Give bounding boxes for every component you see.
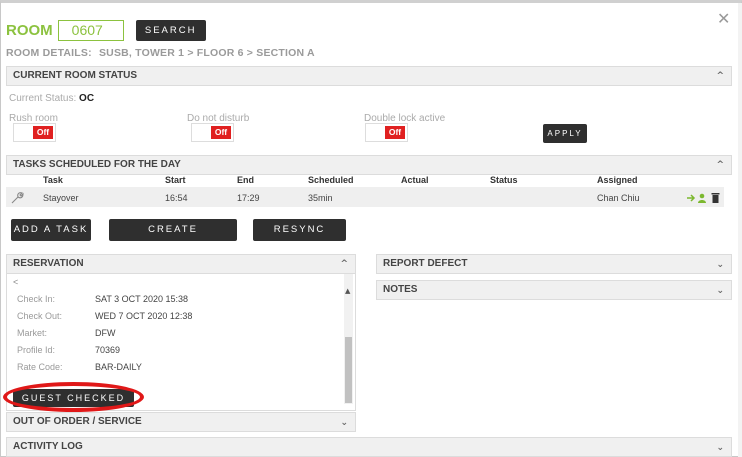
trash-icon[interactable] (711, 192, 720, 203)
column-header-assigned: Assigned (597, 175, 638, 185)
notes-header[interactable]: NOTES ⌄ (376, 280, 732, 300)
end-cell: 17:29 (237, 193, 260, 203)
apply-button[interactable]: APPLY (543, 124, 587, 143)
do-not-disturb-toggle[interactable]: Off (191, 123, 234, 142)
do-not-disturb-toggle-state: Off (211, 126, 231, 139)
room-number-input[interactable]: 0607 (57, 19, 124, 41)
wrench-icon (11, 192, 24, 204)
column-header-end: End (237, 175, 254, 185)
resync-room-button[interactable]: RESYNC ROOM (253, 219, 346, 257)
tasks-title: TASKS SCHEDULED FOR THE DAY (13, 159, 181, 170)
room-label: ROOM (6, 21, 53, 39)
rate-code-label: Rate Code: (17, 362, 63, 372)
scroll-up-icon[interactable]: ▲ (345, 287, 350, 295)
current-status: Current Status: OC (9, 93, 94, 104)
start-cell: 16:54 (165, 193, 188, 203)
room-details-label: ROOM DETAILS: (6, 47, 92, 59)
chevron-up-icon[interactable]: ^ (716, 156, 724, 174)
add-task-button[interactable]: ADD A TASK (11, 219, 91, 241)
check-out-value: WED 7 OCT 2020 12:38 (95, 311, 193, 321)
rush-room-toggle[interactable]: Off (13, 123, 56, 142)
room-details: ROOM DETAILS: SUSB, TOWER 1 > FLOOR 6 > … (6, 47, 315, 59)
chevron-down-icon[interactable]: ⌄ (716, 256, 724, 274)
chevron-up-icon[interactable]: ^ (340, 255, 348, 273)
column-header-actual: Actual (401, 175, 429, 185)
market-label: Market: (17, 328, 48, 338)
chevron-up-icon[interactable]: ^ (716, 67, 724, 85)
activity-log-header[interactable]: ACTIVITY LOG ⌄ (6, 437, 732, 457)
reservation-header[interactable]: RESERVATION ^ (6, 254, 356, 274)
chevron-down-icon[interactable]: ⌄ (716, 282, 724, 300)
double-lock-toggle[interactable]: Off (365, 123, 408, 142)
reservation-title: RESERVATION (13, 258, 84, 269)
rate-code-value: BAR-DAILY (95, 362, 142, 372)
chevron-down-icon[interactable]: ⌄ (340, 414, 348, 432)
profile-id-value: 70369 (95, 345, 121, 355)
room-detail-modal: ✕ ROOM 0607 SEARCH ROOM DETAILS: SUSB, T… (0, 0, 742, 457)
back-icon[interactable]: < (13, 277, 18, 287)
check-in-label: Check In: (17, 294, 56, 304)
chevron-down-icon[interactable]: ⌄ (716, 439, 724, 457)
report-defect-header[interactable]: REPORT DEFECT ⌄ (376, 254, 732, 274)
notes-title: NOTES (383, 284, 418, 295)
profile-id-label: Profile Id: (17, 345, 56, 355)
close-icon[interactable]: ✕ (717, 9, 730, 28)
user-icon[interactable] (697, 193, 707, 203)
room-search-row: ROOM 0607 SEARCH (6, 19, 206, 41)
task-cell: Stayover (43, 193, 79, 203)
room-details-value: SUSB, TOWER 1 > FLOOR 6 > SECTION A (98, 47, 315, 59)
assigned-cell: Chan Chiu (597, 193, 640, 203)
scheduled-cell: 35min (308, 193, 333, 203)
reservation-scrollbar-thumb[interactable] (345, 337, 352, 403)
report-defect-title: REPORT DEFECT (383, 258, 468, 269)
annotation-circle (3, 382, 144, 412)
column-header-status: Status (490, 175, 518, 185)
create-inspection-button[interactable]: CREATE INSPECTION (109, 219, 237, 257)
current-status-value: OC (79, 93, 95, 104)
column-header-start: Start (165, 175, 186, 185)
out-of-order-title: OUT OF ORDER / SERVICE (13, 416, 142, 427)
current-room-status-header[interactable]: CURRENT ROOM STATUS ^ (6, 66, 732, 86)
window-scrollbar[interactable] (738, 3, 742, 457)
activity-log-title: ACTIVITY LOG (13, 441, 83, 452)
arrow-right-icon[interactable] (686, 193, 696, 203)
current-status-label: Current Status: (9, 93, 77, 104)
market-value: DFW (95, 328, 116, 338)
search-button[interactable]: SEARCH (135, 19, 206, 41)
rush-room-toggle-state: Off (33, 126, 53, 139)
check-in-value: SAT 3 OCT 2020 15:38 (95, 294, 189, 304)
check-out-label: Check Out: (17, 311, 63, 321)
column-header-scheduled: Scheduled (308, 175, 354, 185)
out-of-order-header[interactable]: OUT OF ORDER / SERVICE ⌄ (6, 412, 356, 432)
double-lock-toggle-state: Off (385, 126, 405, 139)
current-room-status-title: CURRENT ROOM STATUS (13, 70, 138, 81)
tasks-header[interactable]: TASKS SCHEDULED FOR THE DAY ^ (6, 155, 732, 175)
column-header-task: Task (43, 175, 63, 185)
